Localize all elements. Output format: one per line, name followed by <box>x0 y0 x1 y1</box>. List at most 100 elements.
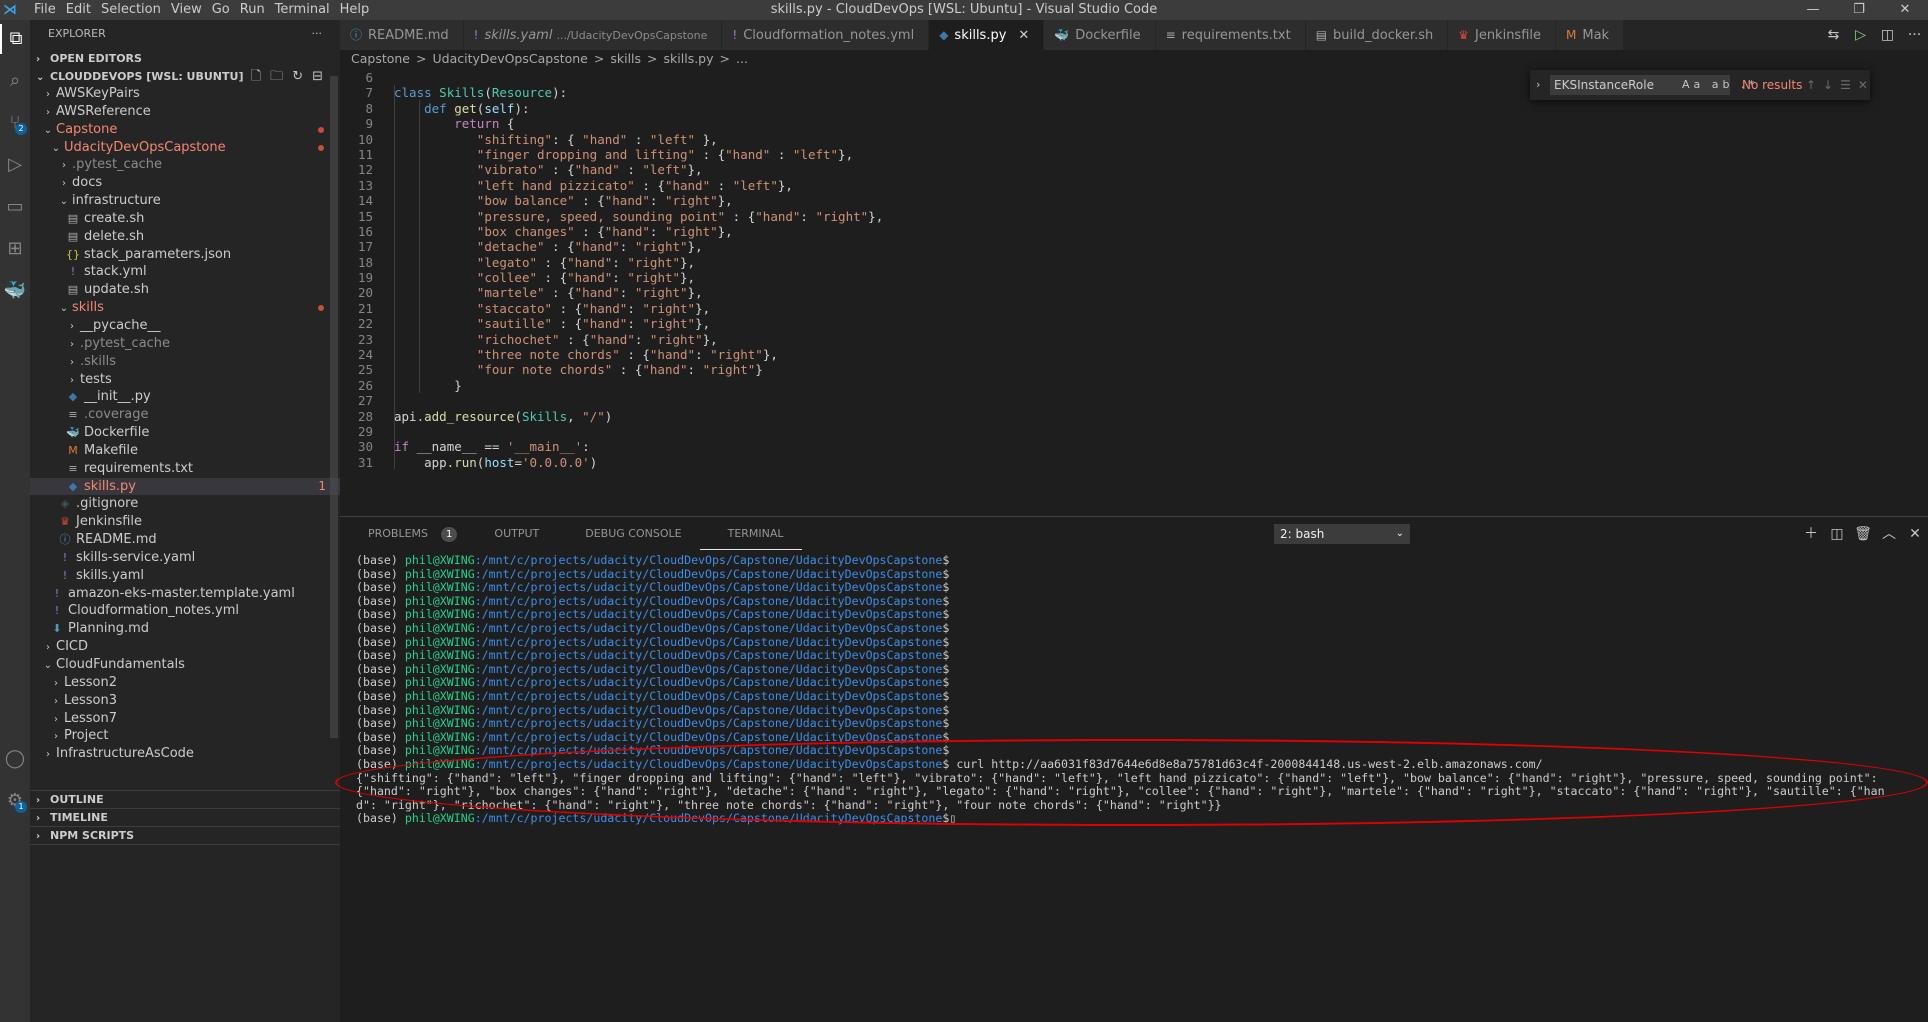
manage-gear-icon[interactable]: ⚙ 1 <box>0 786 30 816</box>
search-icon[interactable]: ⌕ <box>0 66 30 96</box>
folder-item[interactable]: › CICD <box>30 638 340 656</box>
file-item[interactable]: ◆ skills.py 1 <box>30 477 340 496</box>
folder-item[interactable]: › .pytest_cache <box>30 335 340 353</box>
panel-tab-terminal[interactable]: TERMINAL <box>699 517 802 550</box>
folder-item[interactable]: › Lesson7 <box>30 710 340 728</box>
close-window-icon[interactable]: ✕ <box>1882 0 1928 20</box>
breadcrumb-item[interactable]: Capstone <box>351 51 410 66</box>
folder-item[interactable]: › __pycache__ <box>30 317 340 335</box>
panel-tab-output[interactable]: OUTPUT <box>466 517 557 550</box>
folder-item[interactable]: › .pytest_cache <box>30 156 340 174</box>
panel-tab-debug-console[interactable]: DEBUG CONSOLE <box>557 517 699 550</box>
breadcrumb-item[interactable]: skills <box>610 51 641 66</box>
maximize-panel-icon[interactable]: ︿ <box>1876 524 1902 544</box>
refresh-icon[interactable]: ↻ <box>292 69 312 84</box>
panel-tab-problems[interactable]: PROBLEMS 1 <box>340 517 466 550</box>
tab-mak[interactable]: M Mak <box>1556 20 1625 50</box>
tab-dockerfile[interactable]: 🐳 Dockerfile <box>1044 20 1156 50</box>
menu-edit[interactable]: Edit <box>66 0 101 20</box>
file-item[interactable]: {} stack_parameters.json <box>30 246 340 264</box>
file-item[interactable]: ⓘ README.md <box>30 531 340 549</box>
terminal-select[interactable]: 2: bash ⌄ <box>1274 524 1410 544</box>
file-item[interactable]: ! stack.yml <box>30 263 340 281</box>
folder-item[interactable]: ⌄ infrastructure <box>30 192 340 210</box>
folder-item[interactable]: ⌄ UdacityDevOpsCapstone <box>30 139 340 157</box>
file-item[interactable]: ▤ update.sh <box>30 281 340 299</box>
breadcrumb-item[interactable]: skills.py <box>664 51 714 66</box>
file-item[interactable]: ! Cloudformation_notes.yml <box>30 602 340 620</box>
file-item[interactable]: ! skills-service.yaml <box>30 549 340 567</box>
minimize-icon[interactable]: — <box>1790 0 1836 20</box>
menu-help[interactable]: Help <box>340 0 380 20</box>
open-changes-icon[interactable]: ⇆ <box>1820 20 1847 50</box>
folder-item[interactable]: › AWSKeyPairs <box>30 85 340 103</box>
tab-skills-py[interactable]: ◆ skills.py ✕ <box>929 20 1045 50</box>
split-editor-icon[interactable]: ◫ <box>1874 20 1901 50</box>
folder-item[interactable]: › docs <box>30 174 340 192</box>
sidebar-scrollbar[interactable] <box>330 76 338 738</box>
terminal[interactable]: (base) phil@XWING:/mnt/c/projects/udacit… <box>356 554 1904 1022</box>
breadcrumb-item[interactable]: UdacityDevOpsCapstone <box>432 51 587 66</box>
folder-item[interactable]: › .skills <box>30 353 340 371</box>
new-terminal-icon[interactable]: ＋ <box>1798 524 1824 544</box>
kill-terminal-icon[interactable]: 🗑 <box>1850 524 1876 544</box>
menu-go[interactable]: Go <box>212 0 240 20</box>
close-tab-icon[interactable]: ✕ <box>1018 28 1029 43</box>
folder-item[interactable]: › InfrastructureAsCode <box>30 745 340 763</box>
extensions-icon[interactable]: ⊞ <box>0 234 30 264</box>
file-item[interactable]: ◆ __init__.py <box>30 388 340 406</box>
run-debug-icon[interactable]: ▷ <box>0 150 30 180</box>
docker-icon[interactable]: 🐳 <box>0 276 30 306</box>
breadcrumb-item[interactable]: ... <box>736 51 748 66</box>
tab-jenkinsfile[interactable]: ♛ Jenkinsfile <box>1448 20 1557 50</box>
file-item[interactable]: ▤ create.sh <box>30 210 340 228</box>
menu-selection[interactable]: Selection <box>101 0 171 20</box>
file-item[interactable]: 🐳 Dockerfile <box>30 424 340 442</box>
folder-item[interactable]: › AWSReference <box>30 103 340 121</box>
section-outline[interactable]: › OUTLINE <box>30 791 340 809</box>
section-npm-scripts[interactable]: › NPM SCRIPTS <box>30 827 340 845</box>
tab-readme-md[interactable]: ⓘ README.md <box>340 20 464 50</box>
folder-item[interactable]: › tests <box>30 371 340 389</box>
collapse-all-icon[interactable]: ⊟ <box>312 69 332 84</box>
tab-skills-yaml[interactable]: ! skills.yaml .../UdacityDevOpsCapstone <box>463 20 723 50</box>
close-panel-icon[interactable]: ✕ <box>1902 524 1928 544</box>
find-nav-icons[interactable]: ↑↓☰✕ <box>1806 75 1875 95</box>
new-file-icon[interactable]: 🗋 <box>251 69 270 84</box>
file-item[interactable]: ◈ .gitignore <box>30 495 340 513</box>
more-actions-icon[interactable]: ··· <box>1901 20 1928 50</box>
folder-item[interactable]: › Project <box>30 727 340 745</box>
remote-explorer-icon[interactable]: ▭ <box>0 192 30 222</box>
file-item[interactable]: ≡ .coverage <box>30 406 340 424</box>
menu-view[interactable]: View <box>171 0 212 20</box>
folder-item[interactable]: ⌄ skills <box>30 299 340 317</box>
file-item[interactable]: ♛ Jenkinsfile <box>30 513 340 531</box>
explorer-icon[interactable]: ⧉ <box>0 24 30 54</box>
new-folder-icon[interactable]: 🗀 <box>270 69 292 84</box>
file-item[interactable]: ⬇ Planning.md <box>30 620 340 638</box>
menu-file[interactable]: File <box>34 0 66 20</box>
tab-cloudformation-notes-yml[interactable]: ! Cloudformation_notes.yml <box>722 20 930 50</box>
folder-item[interactable]: › Lesson3 <box>30 692 340 710</box>
file-item[interactable]: ≡ requirements.txt <box>30 460 340 478</box>
tab-requirements-txt[interactable]: ≡ requirements.txt <box>1155 20 1306 50</box>
folder-item[interactable]: ⌄ CloudFundamentals <box>30 656 340 674</box>
file-item[interactable]: ! skills.yaml <box>30 567 340 585</box>
folder-item[interactable]: ⌄ Capstone <box>30 121 340 139</box>
folder-item[interactable]: › Lesson2 <box>30 674 340 692</box>
menu-terminal[interactable]: Terminal <box>275 0 340 20</box>
toggle-replace-icon[interactable]: › <box>1536 75 1540 95</box>
menu-run[interactable]: Run <box>240 0 275 20</box>
code-editor[interactable]: 6 7 class Skills(Resource): 8 def get(self)… <box>340 70 1928 516</box>
section-timeline[interactable]: › TIMELINE <box>30 809 340 827</box>
split-terminal-icon[interactable]: ◫ <box>1824 524 1850 544</box>
file-item[interactable]: ! amazon-eks-master.template.yaml <box>30 585 340 603</box>
source-control-icon[interactable]: ⑂ 2 <box>0 108 30 138</box>
more-actions-icon[interactable]: ··· <box>312 20 323 48</box>
account-icon[interactable]: ◯ <box>0 744 30 774</box>
restore-icon[interactable]: ❐ <box>1836 0 1882 20</box>
file-item[interactable]: M Makefile <box>30 442 340 460</box>
file-item[interactable]: ▤ delete.sh <box>30 228 340 246</box>
run-file-icon[interactable]: ▷ <box>1847 20 1874 50</box>
tab-build-docker-sh[interactable]: ▤ build_docker.sh <box>1305 20 1449 50</box>
